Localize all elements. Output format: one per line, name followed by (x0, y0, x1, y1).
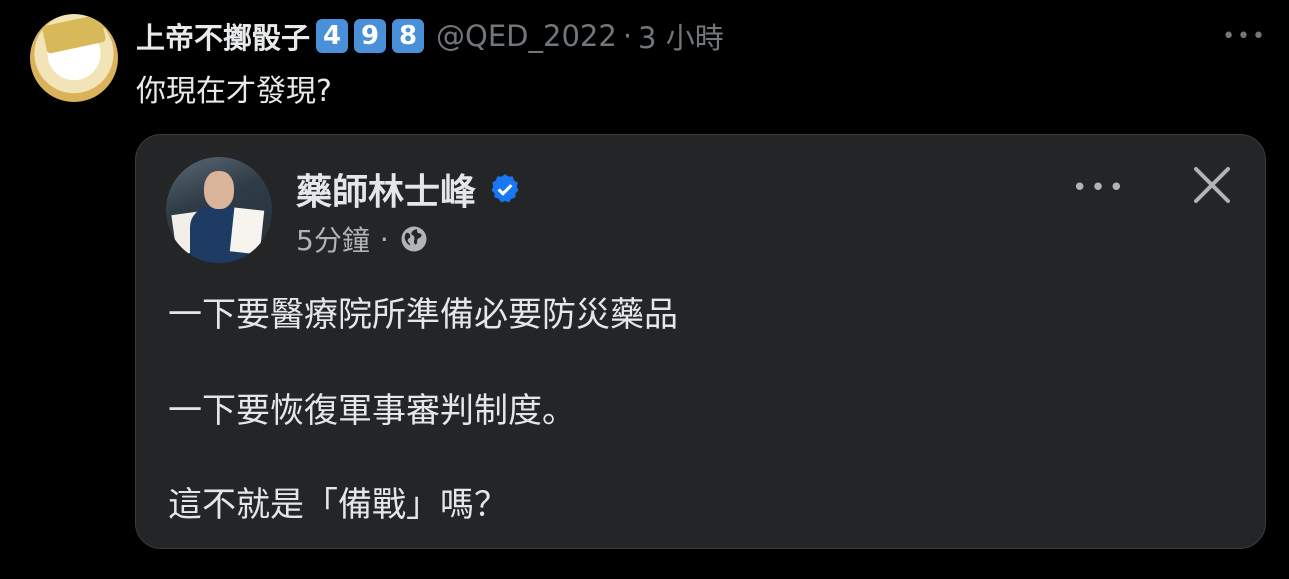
verified-icon (491, 174, 519, 203)
post-author-row: 藥師林士峰 (296, 163, 522, 215)
post-author-name[interactable]: 藥師林士峰 (296, 163, 476, 215)
embedded-post-card[interactable]: 藥師林士峰 5分鐘 · ••• 一下要醫療院所準備必要防災藥品 一下要恢復軍事審… (135, 134, 1266, 549)
post-more-icon[interactable]: ••• (1072, 173, 1127, 203)
timestamp[interactable]: 3 小時 (638, 15, 724, 57)
author-avatar[interactable] (30, 14, 118, 102)
post-line-3: 這不就是「備戰」嗎？ (168, 485, 508, 525)
tweet-header: 上帝不擲骰子 4 9 8 @QED_2022 · 3 小時 (136, 16, 724, 56)
post-time[interactable]: 5分鐘 (296, 219, 370, 259)
handle[interactable]: @QED_2022 (436, 19, 617, 53)
more-options-icon[interactable]: ••• (1222, 24, 1267, 49)
post-line-1: 一下要醫療院所準備必要防災藥品 (168, 295, 678, 335)
post-author-avatar[interactable] (166, 157, 272, 263)
meta-separator: · (379, 222, 389, 256)
globe-icon (401, 226, 427, 252)
close-icon[interactable] (1190, 163, 1234, 207)
tweet-text: 你現在才發現? (136, 74, 332, 109)
post-meta: 5分鐘 · (296, 219, 429, 259)
separator-dot: · (622, 19, 633, 53)
badge-9: 9 (354, 19, 387, 53)
badge-4: 4 (316, 19, 349, 53)
display-name[interactable]: 上帝不擲骰子 (136, 15, 310, 57)
post-line-2: 一下要恢復軍事審判制度。 (168, 391, 576, 431)
badge-8: 8 (392, 19, 425, 53)
